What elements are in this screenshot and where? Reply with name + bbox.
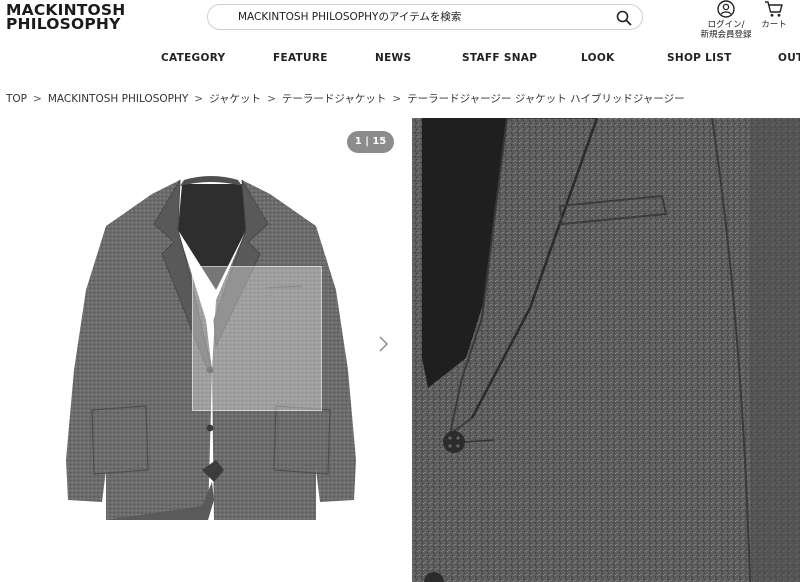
search-input[interactable] — [222, 8, 612, 26]
search-bar[interactable] — [207, 4, 643, 30]
login-link[interactable]: ログイン/ 新規会員登録 — [698, 0, 754, 40]
nav-item-look[interactable]: LOOK — [581, 52, 615, 64]
breadcrumb-separator: > — [392, 93, 402, 105]
user-icon — [717, 0, 735, 18]
cart-label: カート — [761, 20, 787, 30]
breadcrumb-jacket[interactable]: ジャケット — [209, 93, 261, 105]
product-zoom-view — [412, 118, 800, 582]
breadcrumb: TOP > MACKINTOSH PHILOSOPHY > ジャケット > テーラードジャケ… — [6, 91, 685, 106]
brand-logo[interactable]: MACKINTOSH PHILOSOPHY — [6, 2, 125, 33]
breadcrumb-separator: > — [194, 93, 204, 105]
nav-item-shop-list[interactable]: SHOP LIST — [667, 52, 732, 64]
image-counter: 1 | 15 — [347, 131, 394, 153]
nav-item-news[interactable]: NEWS — [375, 52, 411, 64]
breadcrumb-separator: > — [267, 93, 276, 105]
breadcrumb-current: テーラードジャージー ジャケット ハイブリッドジャージー — [407, 93, 685, 105]
zoom-lens[interactable] — [192, 266, 322, 411]
breadcrumb-top[interactable]: TOP — [6, 93, 27, 105]
search-icon[interactable] — [616, 10, 632, 26]
cart-icon — [765, 1, 783, 17]
chevron-right-icon[interactable] — [375, 333, 391, 355]
cart-link[interactable]: カート — [758, 0, 790, 30]
register-label: 新規会員登録 — [700, 30, 752, 40]
nav-item-category[interactable]: CATEGORY — [161, 52, 225, 64]
breadcrumb-tailored-jacket[interactable]: テーラードジャケット — [282, 93, 386, 105]
nav-item-staff-snap[interactable]: STAFF SNAP — [462, 52, 537, 64]
breadcrumb-brand[interactable]: MACKINTOSH PHILOSOPHY — [48, 93, 188, 105]
brand-logo-line2: PHILOSOPHY — [6, 15, 121, 33]
nav-item-feature[interactable]: FEATURE — [273, 52, 328, 64]
nav-item-outlet[interactable]: OUT — [778, 52, 800, 64]
login-label: ログイン/ — [707, 20, 745, 30]
global-nav: CATEGORY FEATURE NEWS STAFF SNAP LOOK SH… — [0, 52, 800, 68]
breadcrumb-separator: > — [33, 93, 42, 105]
